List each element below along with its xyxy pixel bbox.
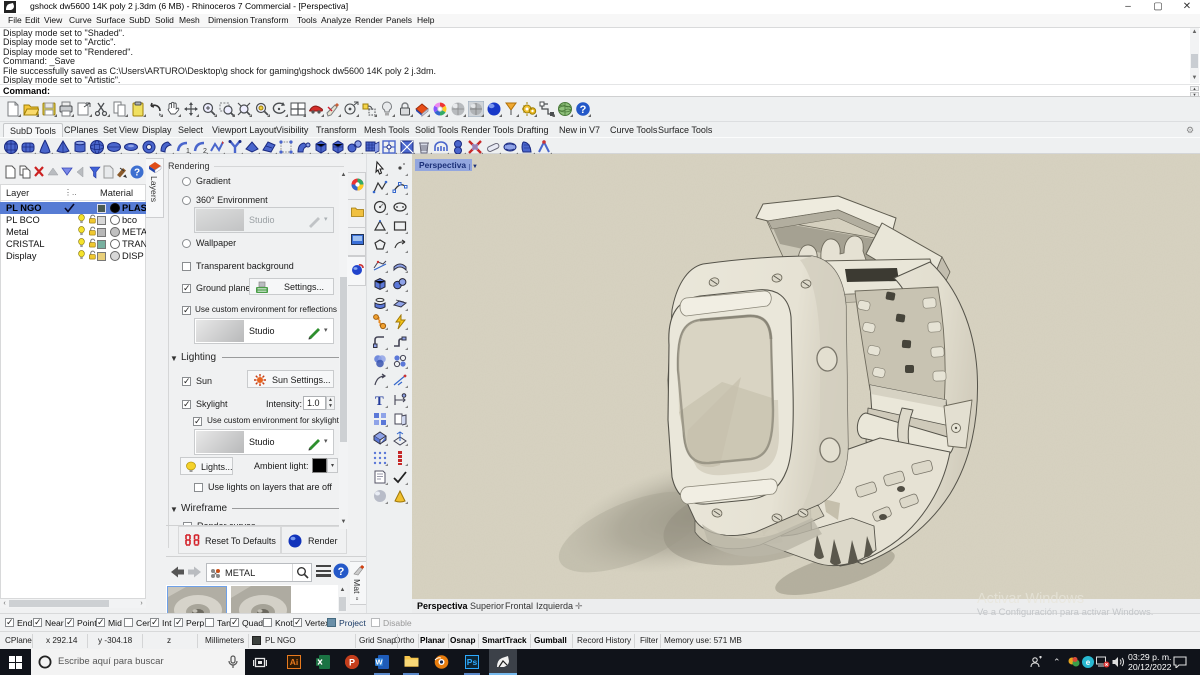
svg-text:e: e (1086, 658, 1091, 667)
svg-text:P: P (349, 658, 355, 668)
svg-text:?: ? (338, 566, 345, 578)
svg-text:W: W (375, 658, 383, 667)
svg-text:?: ? (134, 168, 140, 179)
svg-text:T: T (375, 393, 384, 408)
svg-text:?: ? (579, 104, 586, 116)
